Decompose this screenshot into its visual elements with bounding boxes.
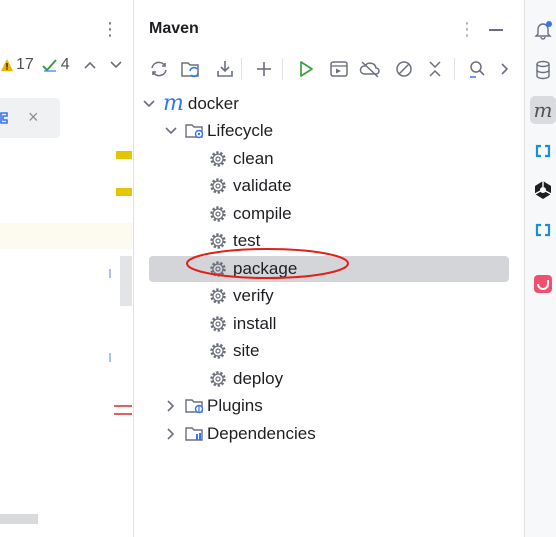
lifecycle-phase-validate[interactable]: validate [209, 173, 292, 200]
lifecycle-phase-compile[interactable]: compile [209, 200, 292, 227]
tree-item-label: Lifecycle [207, 120, 274, 140]
phase-label: verify [233, 286, 274, 305]
editor-options-icon[interactable]: ⋮ [101, 20, 119, 38]
editor-tab[interactable]: × [0, 98, 60, 138]
tree-item-label: docker [187, 93, 239, 113]
lifecycle-phase-verify[interactable]: verify [209, 283, 274, 310]
warning-marker[interactable] [116, 188, 132, 196]
database-icon[interactable] [530, 57, 556, 83]
lifecycle-folder-icon [185, 123, 204, 138]
gear-icon [210, 205, 226, 222]
gear-icon [210, 370, 226, 387]
editor-area [0, 0, 133, 537]
error-marker[interactable] [114, 405, 132, 407]
analyze-dependencies-icon[interactable] [465, 57, 489, 81]
more-toolbar-icon[interactable] [492, 57, 516, 81]
phase-label: clean [233, 148, 274, 168]
plugin-icon[interactable] [530, 177, 556, 203]
highlighted-line [0, 223, 132, 249]
generate-sources-icon[interactable] [179, 57, 203, 81]
gear-icon [210, 150, 226, 167]
ai-assistant-icon[interactable] [530, 138, 556, 164]
skip-tests-icon[interactable] [392, 57, 416, 81]
change-marker[interactable] [109, 269, 111, 278]
dependencies-folder-icon [185, 426, 203, 441]
maven-icon[interactable]: m [530, 96, 556, 124]
plugins-folder-icon [185, 398, 204, 413]
phase-label: install [233, 313, 277, 333]
warning-count: 17 [16, 56, 34, 73]
download-icon[interactable] [213, 57, 237, 81]
tree-item-docker[interactable]: m docker [141, 90, 239, 117]
error-marker[interactable] [114, 413, 132, 415]
ok-count: 4 [60, 56, 70, 73]
tree-item-label: Dependencies [207, 423, 316, 443]
maven-project-icon: m [163, 91, 184, 116]
notifications-icon[interactable] [530, 17, 556, 43]
execute-goal-icon[interactable] [327, 57, 351, 81]
tab-close-icon[interactable]: × [28, 107, 39, 128]
chevron-down-icon[interactable] [163, 123, 179, 139]
tree-item-dependencies[interactable]: Dependencies [163, 420, 316, 447]
lifecycle-phase-install[interactable]: install [209, 310, 276, 337]
gear-icon [210, 178, 226, 194]
phase-label: validate [233, 176, 292, 195]
toolbar-separator [282, 58, 283, 80]
next-highlight-icon[interactable] [110, 61, 122, 69]
editor-vertical-scrollbar[interactable] [120, 256, 132, 306]
tree-item-plugins[interactable]: Plugins [163, 392, 263, 419]
toolbar-separator [241, 58, 242, 80]
warning-icon [1, 59, 13, 71]
check-icon [42, 59, 57, 72]
previous-highlight-icon[interactable] [84, 61, 96, 69]
maven-title: Maven [149, 20, 199, 37]
lifecycle-phase-site[interactable]: site [209, 338, 259, 365]
inspection-widget[interactable]: 17 4 [0, 56, 122, 74]
hide-panel-icon[interactable] [489, 29, 503, 31]
gear-icon [210, 343, 226, 359]
chevron-down-icon[interactable] [141, 96, 157, 112]
app-icon[interactable] [530, 271, 556, 297]
annotation-circle [186, 248, 349, 279]
change-marker[interactable] [109, 353, 111, 362]
gear-icon [210, 315, 226, 332]
offline-icon[interactable] [358, 57, 382, 81]
run-icon[interactable] [294, 57, 318, 81]
phase-label: site [233, 341, 260, 360]
maven-options-icon[interactable]: ⋮ [458, 20, 476, 38]
collapse-all-icon[interactable] [423, 57, 447, 81]
lifecycle-phase-deploy[interactable]: deploy [209, 365, 283, 392]
phase-label: deploy [233, 368, 284, 388]
add-icon[interactable] [252, 57, 276, 81]
ai-assistant-icon-2[interactable] [530, 217, 556, 243]
tree-item-lifecycle[interactable]: Lifecycle [163, 117, 273, 144]
tree-item-label: Plugins [207, 395, 263, 415]
file-type-icon [0, 112, 8, 124]
warning-marker[interactable] [116, 151, 132, 159]
reload-icon[interactable] [147, 57, 171, 81]
gear-icon [210, 288, 226, 304]
chevron-right-icon[interactable] [163, 398, 179, 414]
editor-horizontal-scrollbar[interactable] [0, 514, 38, 524]
phase-label: compile [233, 203, 292, 223]
lifecycle-phase-clean[interactable]: clean [209, 145, 274, 172]
chevron-right-icon[interactable] [163, 426, 179, 442]
toolbar-separator [454, 58, 455, 80]
